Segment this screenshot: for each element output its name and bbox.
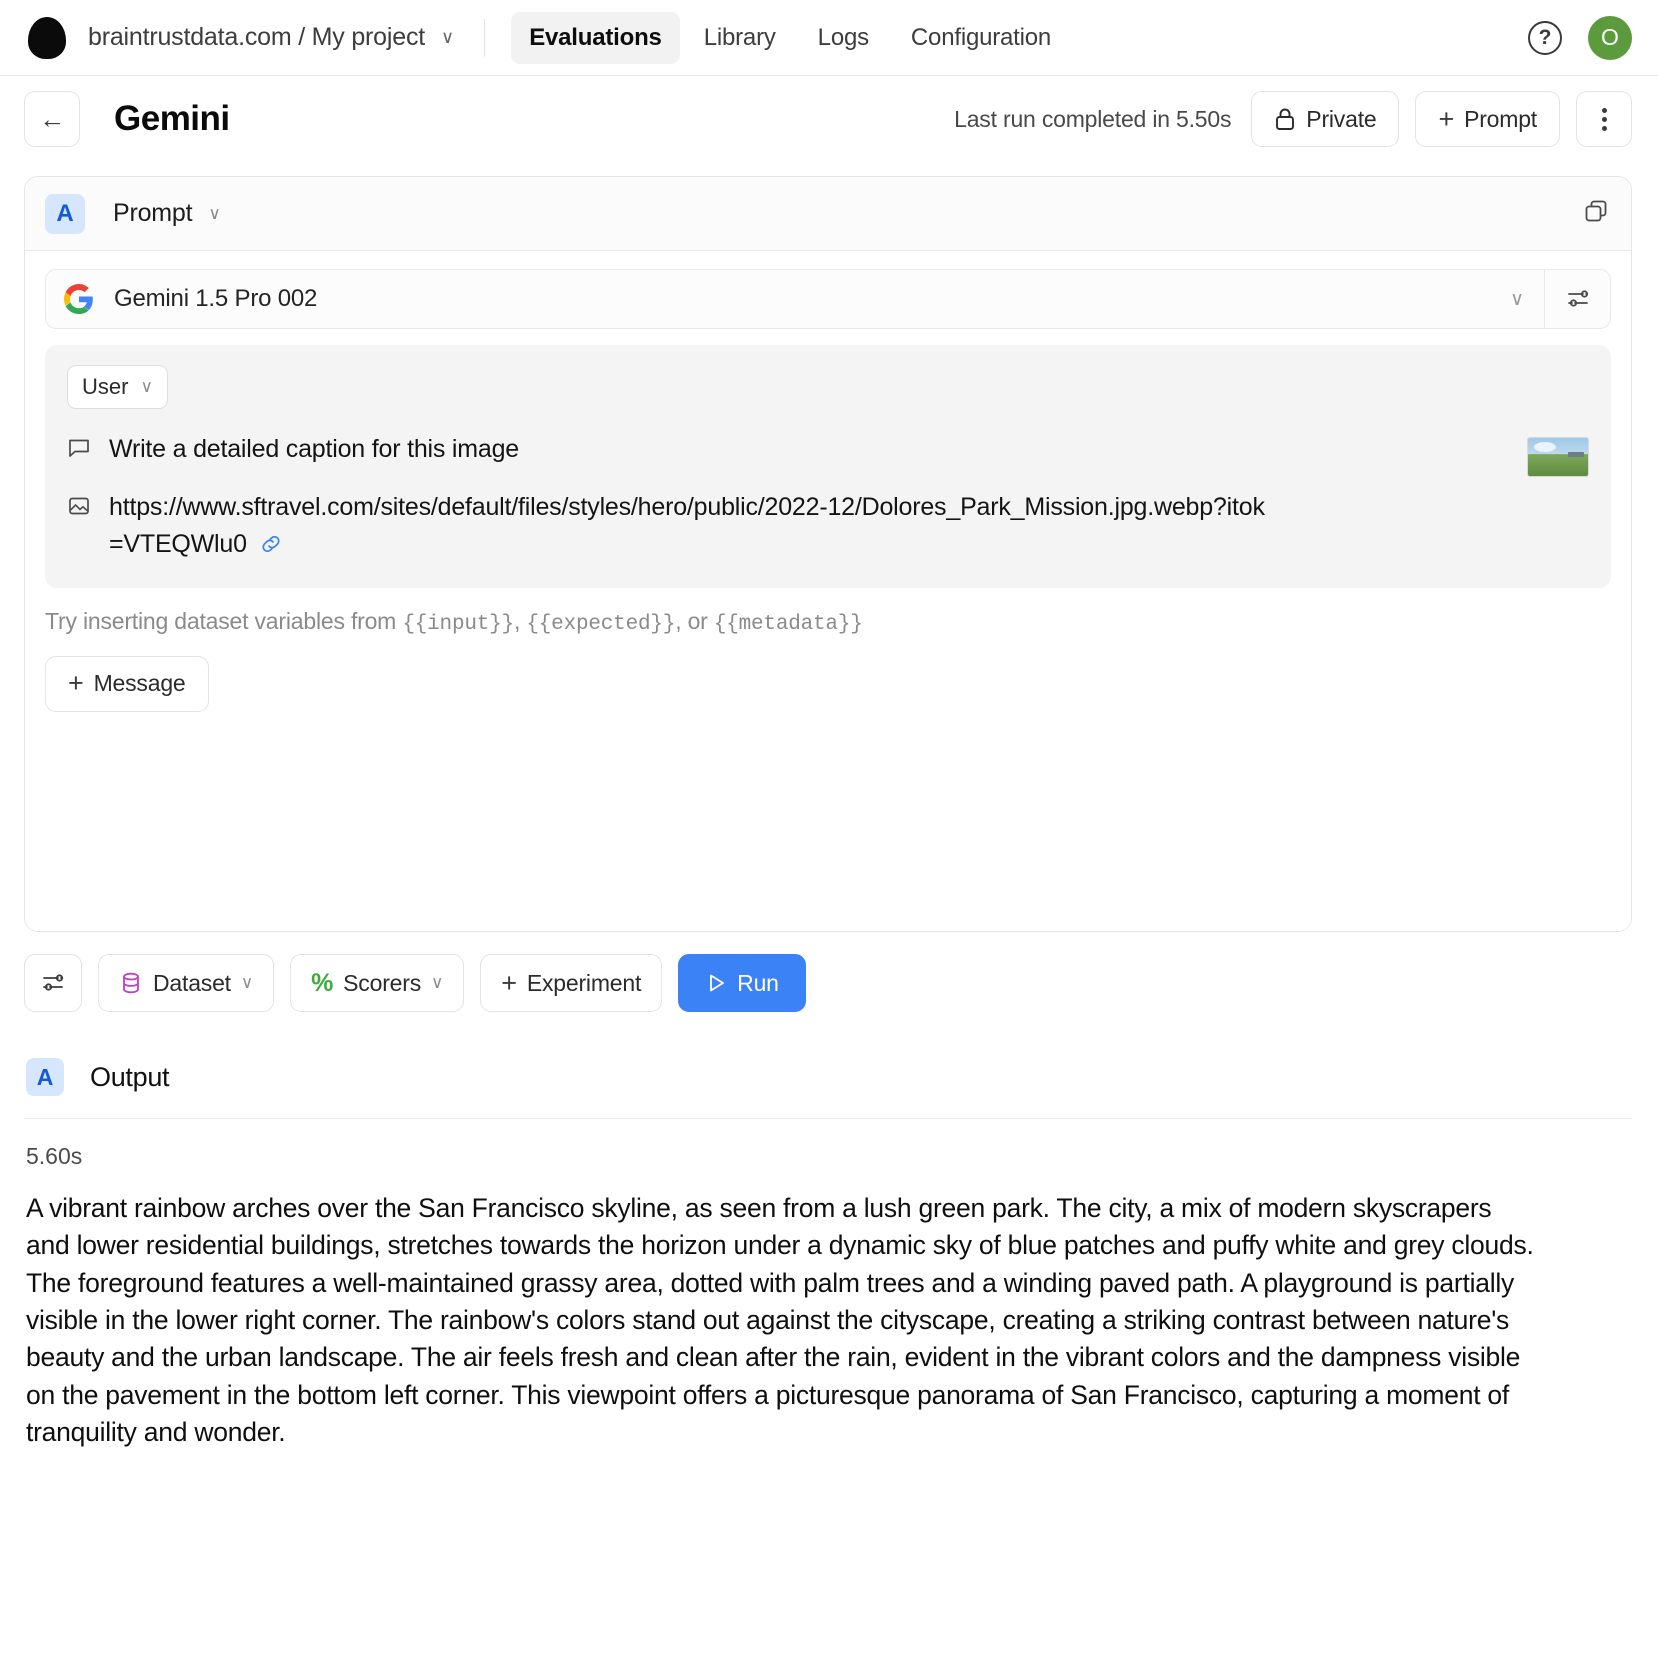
output-text: A vibrant rainbow arches over the San Fr… bbox=[26, 1193, 1534, 1448]
tab-evaluations[interactable]: Evaluations bbox=[511, 11, 680, 64]
run-button[interactable]: Run bbox=[678, 954, 806, 1012]
hint-prefix: Try inserting dataset variables from bbox=[45, 607, 403, 634]
run-label: Run bbox=[737, 969, 779, 996]
dataset-variables-hint: Try inserting dataset variables from {{i… bbox=[45, 608, 1611, 636]
output-header: A Output bbox=[0, 1012, 1658, 1096]
add-message-button[interactable]: + Message bbox=[45, 655, 209, 712]
page-header: ← Gemini Last run completed in 5.50s Pri… bbox=[0, 76, 1658, 162]
hint-mid-1: , bbox=[513, 607, 527, 634]
hint-mid-2: , or bbox=[675, 607, 714, 634]
plus-icon: + bbox=[501, 967, 517, 998]
tab-library[interactable]: Library bbox=[686, 12, 794, 64]
image-block-icon bbox=[67, 494, 91, 523]
run-settings-button[interactable] bbox=[24, 954, 82, 1012]
main-nav: Evaluations Library Logs Configuration bbox=[511, 11, 1069, 64]
top-navigation-bar: braintrustdata.com / My project ∨ Evalua… bbox=[0, 0, 1658, 76]
message-role-label: User bbox=[82, 374, 129, 399]
scorers-label: Scorers bbox=[343, 969, 421, 996]
hint-var-metadata: {{metadata}} bbox=[713, 612, 863, 636]
dataset-label: Dataset bbox=[153, 969, 231, 996]
help-icon[interactable]: ? bbox=[1528, 20, 1562, 55]
image-thumbnail[interactable] bbox=[1527, 437, 1589, 477]
avatar[interactable]: O bbox=[1588, 15, 1632, 60]
more-options-button[interactable] bbox=[1576, 91, 1632, 147]
model-selector: Gemini 1.5 Pro 002 ∨ bbox=[45, 269, 1611, 329]
add-experiment-button[interactable]: + Experiment bbox=[480, 954, 663, 1012]
message-role-selector[interactable]: User ∨ bbox=[67, 365, 168, 409]
dataset-button[interactable]: Dataset ∨ bbox=[98, 954, 275, 1012]
message-text[interactable]: Write a detailed caption for this image bbox=[109, 431, 519, 467]
kebab-menu-icon bbox=[1601, 107, 1607, 131]
hint-var-input: {{input}} bbox=[402, 612, 514, 636]
output-title: Output bbox=[90, 1061, 170, 1092]
output-duration: 5.60s bbox=[26, 1143, 83, 1169]
chevron-down-icon: ∨ bbox=[1510, 288, 1524, 310]
scorers-button[interactable]: % Scorers ∨ bbox=[290, 954, 465, 1012]
page-title: Gemini bbox=[114, 99, 230, 138]
sliders-icon bbox=[1567, 290, 1588, 307]
top-bar-actions: ? O bbox=[1528, 15, 1632, 60]
add-prompt-button[interactable]: + Prompt bbox=[1415, 91, 1560, 147]
braintrust-logo-icon[interactable] bbox=[28, 16, 66, 59]
run-toolbar: Dataset ∨ % Scorers ∨ + Experiment Run bbox=[0, 932, 1658, 1012]
prompt-card-title: Prompt bbox=[113, 199, 193, 227]
lock-icon bbox=[1274, 107, 1296, 131]
message-image-row: https://www.sftravel.com/sites/default/f… bbox=[67, 489, 1589, 562]
plus-icon: + bbox=[68, 668, 84, 699]
chevron-down-icon[interactable]: ∨ bbox=[208, 204, 220, 224]
sliders-icon bbox=[43, 974, 64, 991]
tab-configuration[interactable]: Configuration bbox=[893, 12, 1069, 64]
chevron-down-icon: ∨ bbox=[240, 973, 254, 992]
back-button[interactable]: ← bbox=[24, 91, 80, 147]
database-icon bbox=[119, 971, 143, 995]
model-settings-button[interactable] bbox=[1544, 270, 1610, 328]
plus-icon: + bbox=[1438, 103, 1455, 134]
prompt-message: User ∨ Write a detailed caption for this… bbox=[45, 345, 1611, 588]
model-dropdown[interactable]: Gemini 1.5 Pro 002 ∨ bbox=[46, 270, 1544, 328]
private-button[interactable]: Private bbox=[1251, 91, 1400, 147]
prompt-card: A Prompt ∨ Gemini 1.5 Pro 002 ∨ User ∨ W… bbox=[24, 176, 1632, 932]
assistant-badge: A bbox=[26, 1058, 64, 1096]
message-text-row: Write a detailed caption for this image bbox=[67, 431, 1589, 467]
prompt-card-header: A Prompt ∨ bbox=[25, 177, 1631, 251]
breadcrumb[interactable]: braintrustdata.com / My project ∨ bbox=[88, 23, 454, 52]
copy-icon[interactable] bbox=[1583, 198, 1609, 229]
add-message-label: Message bbox=[93, 670, 186, 697]
link-icon[interactable] bbox=[253, 530, 282, 558]
last-run-status: Last run completed in 5.50s bbox=[954, 105, 1232, 132]
chevron-down-icon: ∨ bbox=[140, 377, 153, 396]
breadcrumb-label: braintrustdata.com / My project bbox=[88, 23, 425, 51]
text-block-icon bbox=[67, 436, 91, 465]
google-g-icon bbox=[64, 284, 94, 314]
image-url-text: https://www.sftravel.com/sites/default/f… bbox=[109, 493, 1265, 558]
hint-var-expected: {{expected}} bbox=[526, 612, 676, 636]
experiment-label: Experiment bbox=[526, 969, 642, 996]
percent-icon: % bbox=[311, 968, 334, 997]
chevron-down-icon: ∨ bbox=[441, 27, 455, 47]
assistant-badge: A bbox=[45, 193, 85, 234]
play-icon bbox=[705, 972, 727, 994]
add-prompt-label: Prompt bbox=[1464, 105, 1537, 132]
message-image-url[interactable]: https://www.sftravel.com/sites/default/f… bbox=[109, 489, 1269, 562]
divider bbox=[484, 18, 486, 57]
prompt-card-body: Gemini 1.5 Pro 002 ∨ User ∨ Write a deta… bbox=[25, 251, 1631, 931]
tab-logs[interactable]: Logs bbox=[800, 12, 887, 64]
private-label: Private bbox=[1306, 105, 1377, 132]
chevron-down-icon: ∨ bbox=[431, 973, 444, 992]
model-name: Gemini 1.5 Pro 002 bbox=[114, 285, 318, 312]
